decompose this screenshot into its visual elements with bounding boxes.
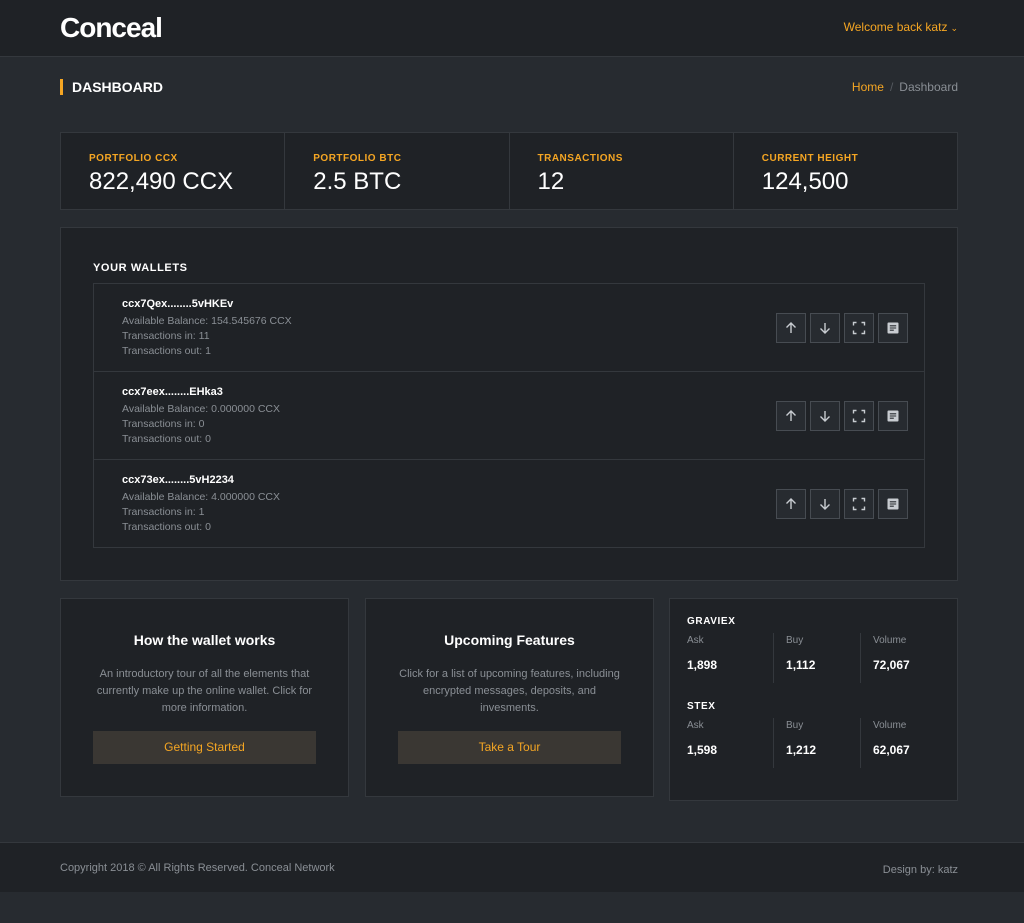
details-button[interactable] <box>878 313 908 343</box>
breadcrumb: Home / Dashboard <box>852 80 958 94</box>
stat-portfolio-btc: PORTFOLIO BTC 2.5 BTC <box>285 133 510 209</box>
exchange-columns: Ask 1,898 Buy 1,112 Volume 72,067 <box>687 633 947 683</box>
take-a-tour-button[interactable]: Take a Tour <box>398 731 621 764</box>
volume-label: Volume <box>873 720 907 731</box>
breadcrumb-separator: / <box>889 80 894 94</box>
wallets-panel: YOUR WALLETS ccx7Qex........5vHKEv Avail… <box>60 227 958 581</box>
card-title: How the wallet works <box>133 632 276 648</box>
stat-value: 12 <box>537 168 565 195</box>
ask-value: 1,598 <box>687 743 718 757</box>
buy-value: 1,112 <box>786 658 816 672</box>
wallet-row: ccx73ex........5vH2234 Available Balance… <box>94 460 924 547</box>
stat-label: CURRENT HEIGHT <box>761 153 859 164</box>
volume-value: 72,067 <box>873 658 910 672</box>
stat-value: 2.5 BTC <box>313 168 402 195</box>
user-menu-toggle[interactable]: Welcome back katz ⌄ <box>844 20 958 34</box>
card-text: Click for a list of upcoming features, i… <box>399 668 620 714</box>
stat-portfolio-ccx: PORTFOLIO CCX 822,490 CCX <box>61 133 286 209</box>
stat-label: PORTFOLIO BTC <box>313 153 402 164</box>
wallets-title: YOUR WALLETS <box>93 262 188 274</box>
getting-started-button[interactable]: Getting Started <box>93 731 316 764</box>
details-icon <box>887 410 899 422</box>
stat-label: TRANSACTIONS <box>537 153 623 164</box>
ask-label: Ask <box>687 720 704 731</box>
design-credit: Design by: katz <box>882 864 958 876</box>
chevron-down-icon: ⌄ <box>950 23 958 33</box>
volume-column: Volume 72,067 <box>860 633 947 683</box>
buy-label: Buy <box>786 635 804 646</box>
ask-value: 1,898 <box>687 658 718 672</box>
arrow-down-icon <box>820 499 830 510</box>
breadcrumb-current: Dashboard <box>899 80 958 94</box>
wallet-actions <box>776 401 908 431</box>
wallet-actions <box>776 313 908 343</box>
wallet-tx-out: Transactions out: 0 <box>122 433 211 445</box>
copyright-text: Copyright 2018 © All Rights Reserved. Co… <box>60 862 335 874</box>
card-upcoming-features: Upcoming Features Click for a list of up… <box>365 598 654 797</box>
volume-label: Volume <box>873 635 907 646</box>
wallet-tx-out: Transactions out: 0 <box>122 521 211 533</box>
exchange-columns: Ask 1,598 Buy 1,212 Volume 62,067 <box>687 718 947 768</box>
receive-button[interactable] <box>810 401 840 431</box>
wallet-row: ccx7Qex........5vHKEv Available Balance:… <box>94 284 924 372</box>
wallet-actions <box>776 489 908 519</box>
buy-label: Buy <box>786 720 804 731</box>
stat-value: 124,500 <box>761 168 849 195</box>
buy-column: Buy 1,212 <box>773 718 860 768</box>
details-icon <box>887 498 899 510</box>
buy-column: Buy 1,112 <box>773 633 860 683</box>
wallet-row: ccx7eex........EHka3 Available Balance: … <box>94 372 924 460</box>
wallet-tx-out: Transactions out: 1 <box>122 345 211 357</box>
fullscreen-icon <box>852 321 866 335</box>
send-button[interactable] <box>776 401 806 431</box>
ask-column: Ask 1,898 <box>687 633 773 683</box>
stat-label: PORTFOLIO CCX <box>89 153 178 164</box>
top-header: Conceal Welcome back katz ⌄ <box>0 0 1024 57</box>
expand-button[interactable] <box>844 313 874 343</box>
welcome-text: Welcome back katz <box>843 20 948 34</box>
stat-value: 822,490 CCX <box>89 168 234 195</box>
arrow-up-icon <box>786 410 796 421</box>
send-button[interactable] <box>776 313 806 343</box>
ask-column: Ask 1,598 <box>687 718 773 768</box>
receive-button[interactable] <box>810 489 840 519</box>
stats-bar: PORTFOLIO CCX 822,490 CCX PORTFOLIO BTC … <box>60 132 958 210</box>
card-title: Upcoming Features <box>444 632 575 648</box>
page-title: DASHBOARD <box>60 79 163 95</box>
arrow-down-icon <box>820 411 830 422</box>
footer: Copyright 2018 © All Rights Reserved. Co… <box>0 842 1024 892</box>
wallet-address[interactable]: ccx73ex........5vH2234 <box>122 474 924 486</box>
details-button[interactable] <box>878 401 908 431</box>
card-how-it-works: How the wallet works An introductory tou… <box>60 598 349 797</box>
breadcrumb-home[interactable]: Home <box>852 80 884 94</box>
expand-button[interactable] <box>844 489 874 519</box>
wallet-address[interactable]: ccx7Qex........5vHKEv <box>122 298 924 310</box>
volume-column: Volume 62,067 <box>860 718 947 768</box>
details-button[interactable] <box>878 489 908 519</box>
exchange-name: GRAVIEX <box>687 616 736 627</box>
volume-value: 62,067 <box>873 743 910 757</box>
fullscreen-icon <box>852 497 866 511</box>
details-icon <box>887 322 899 334</box>
logo[interactable]: Conceal <box>60 12 163 44</box>
fullscreen-icon <box>852 409 866 423</box>
exchange-name: STEX <box>687 701 716 712</box>
arrow-up-icon <box>786 322 796 333</box>
exchange-stex: STEX Ask 1,598 Buy 1,212 Volume 62,067 <box>687 701 947 768</box>
stat-transactions: TRANSACTIONS 12 <box>510 133 734 209</box>
send-button[interactable] <box>776 489 806 519</box>
card-text: An introductory tour of all the elements… <box>96 668 313 714</box>
expand-button[interactable] <box>844 401 874 431</box>
buy-value: 1,212 <box>786 743 817 757</box>
arrow-up-icon <box>786 498 796 509</box>
exchange-rates-panel: GRAVIEX Ask 1,898 Buy 1,112 Volume 72,06… <box>669 598 958 801</box>
receive-button[interactable] <box>810 313 840 343</box>
wallet-address[interactable]: ccx7eex........EHka3 <box>122 386 924 398</box>
arrow-down-icon <box>820 323 830 334</box>
stat-current-height: CURRENT HEIGHT 124,500 <box>734 133 957 209</box>
exchange-graviex: GRAVIEX Ask 1,898 Buy 1,112 Volume 72,06… <box>687 616 947 683</box>
ask-label: Ask <box>687 635 704 646</box>
wallet-list: ccx7Qex........5vHKEv Available Balance:… <box>93 283 925 548</box>
